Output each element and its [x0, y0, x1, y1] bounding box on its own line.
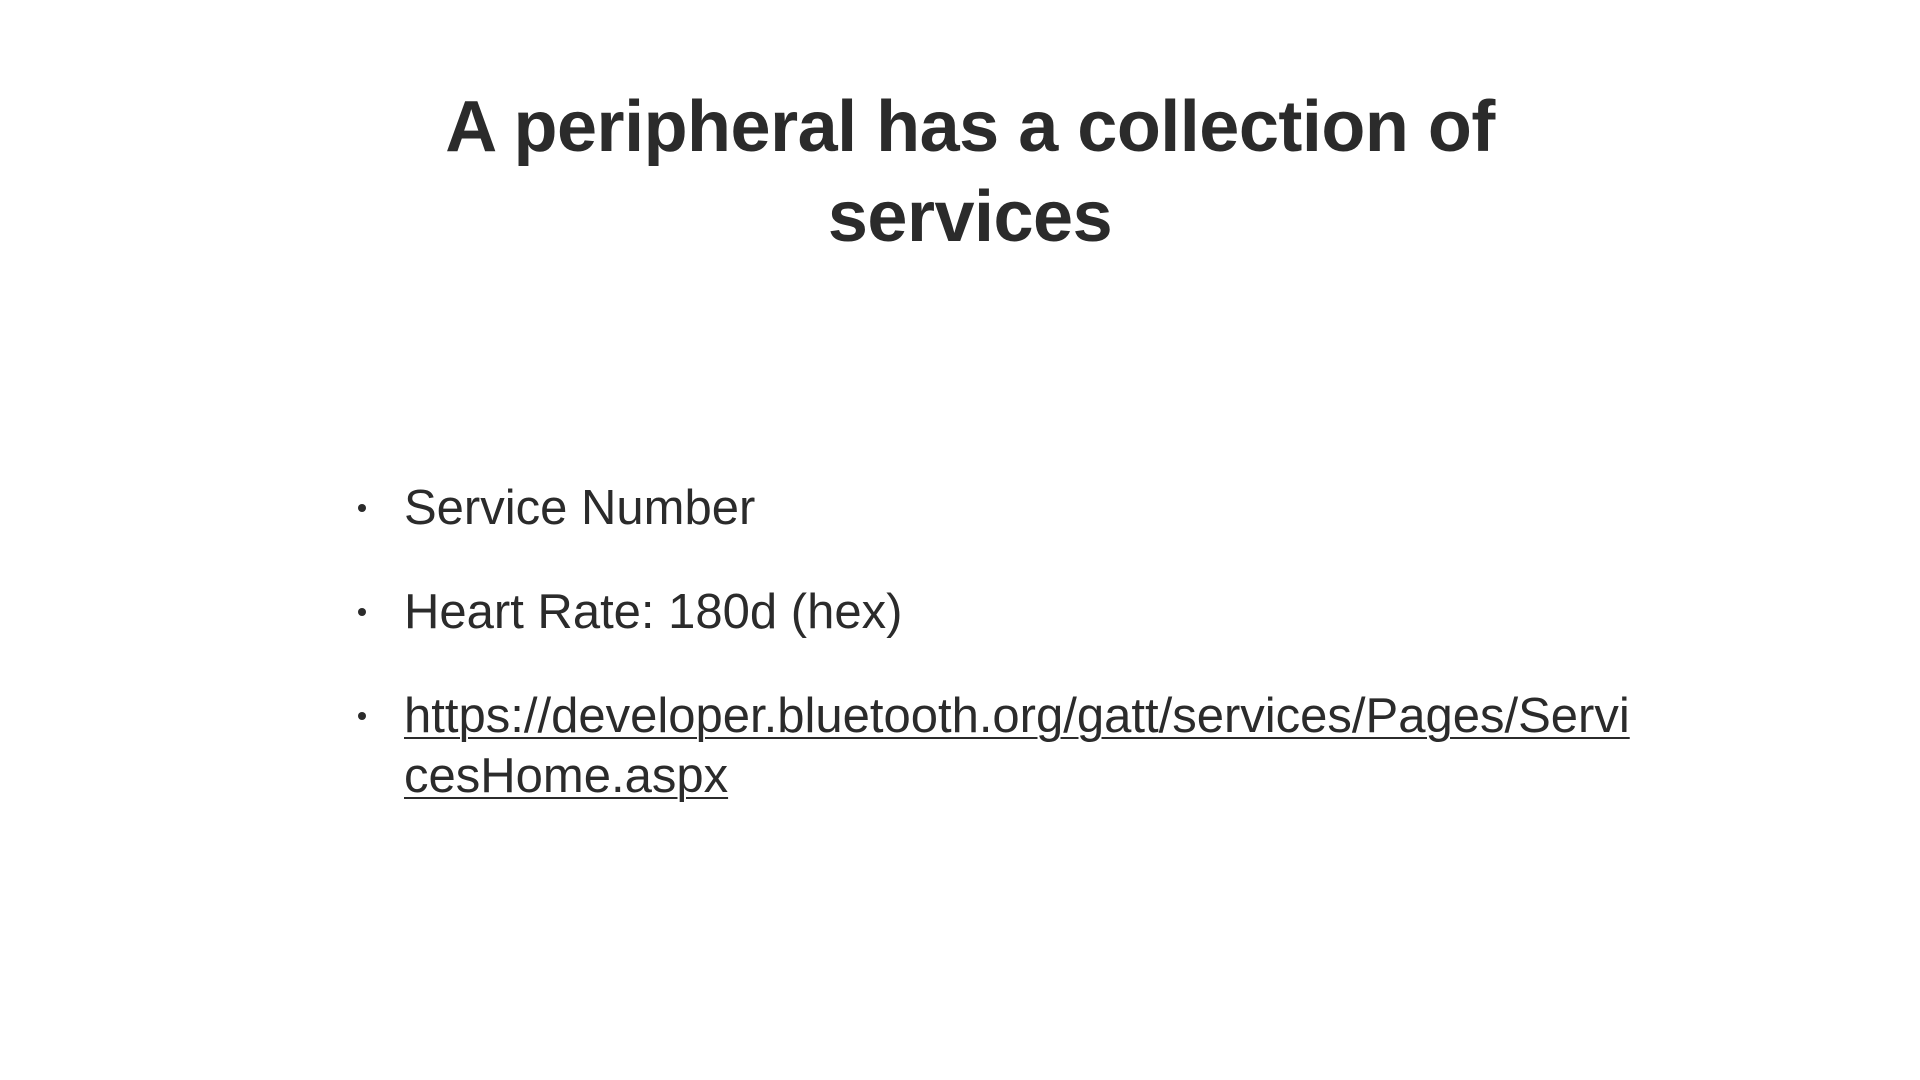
- bullet-dot-icon: [358, 712, 366, 720]
- bullet-item-service-number: Service Number: [350, 478, 1650, 538]
- slide-title: A peripheral has a collection of service…: [445, 87, 1495, 257]
- bullet-text: Service Number: [404, 481, 756, 535]
- slide: A peripheral has a collection of service…: [0, 0, 1920, 1080]
- bullet-item-link: https://developer.bluetooth.org/gatt/ser…: [350, 686, 1650, 806]
- bullet-dot-icon: [358, 608, 366, 616]
- bullet-item-heart-rate: Heart Rate: 180d (hex): [350, 582, 1650, 642]
- bullet-list: Service Number Heart Rate: 180d (hex) ht…: [350, 478, 1650, 850]
- services-home-link[interactable]: https://developer.bluetooth.org/gatt/ser…: [404, 689, 1630, 803]
- bullet-dot-icon: [358, 504, 366, 512]
- bullet-text: Heart Rate: 180d (hex): [404, 585, 903, 639]
